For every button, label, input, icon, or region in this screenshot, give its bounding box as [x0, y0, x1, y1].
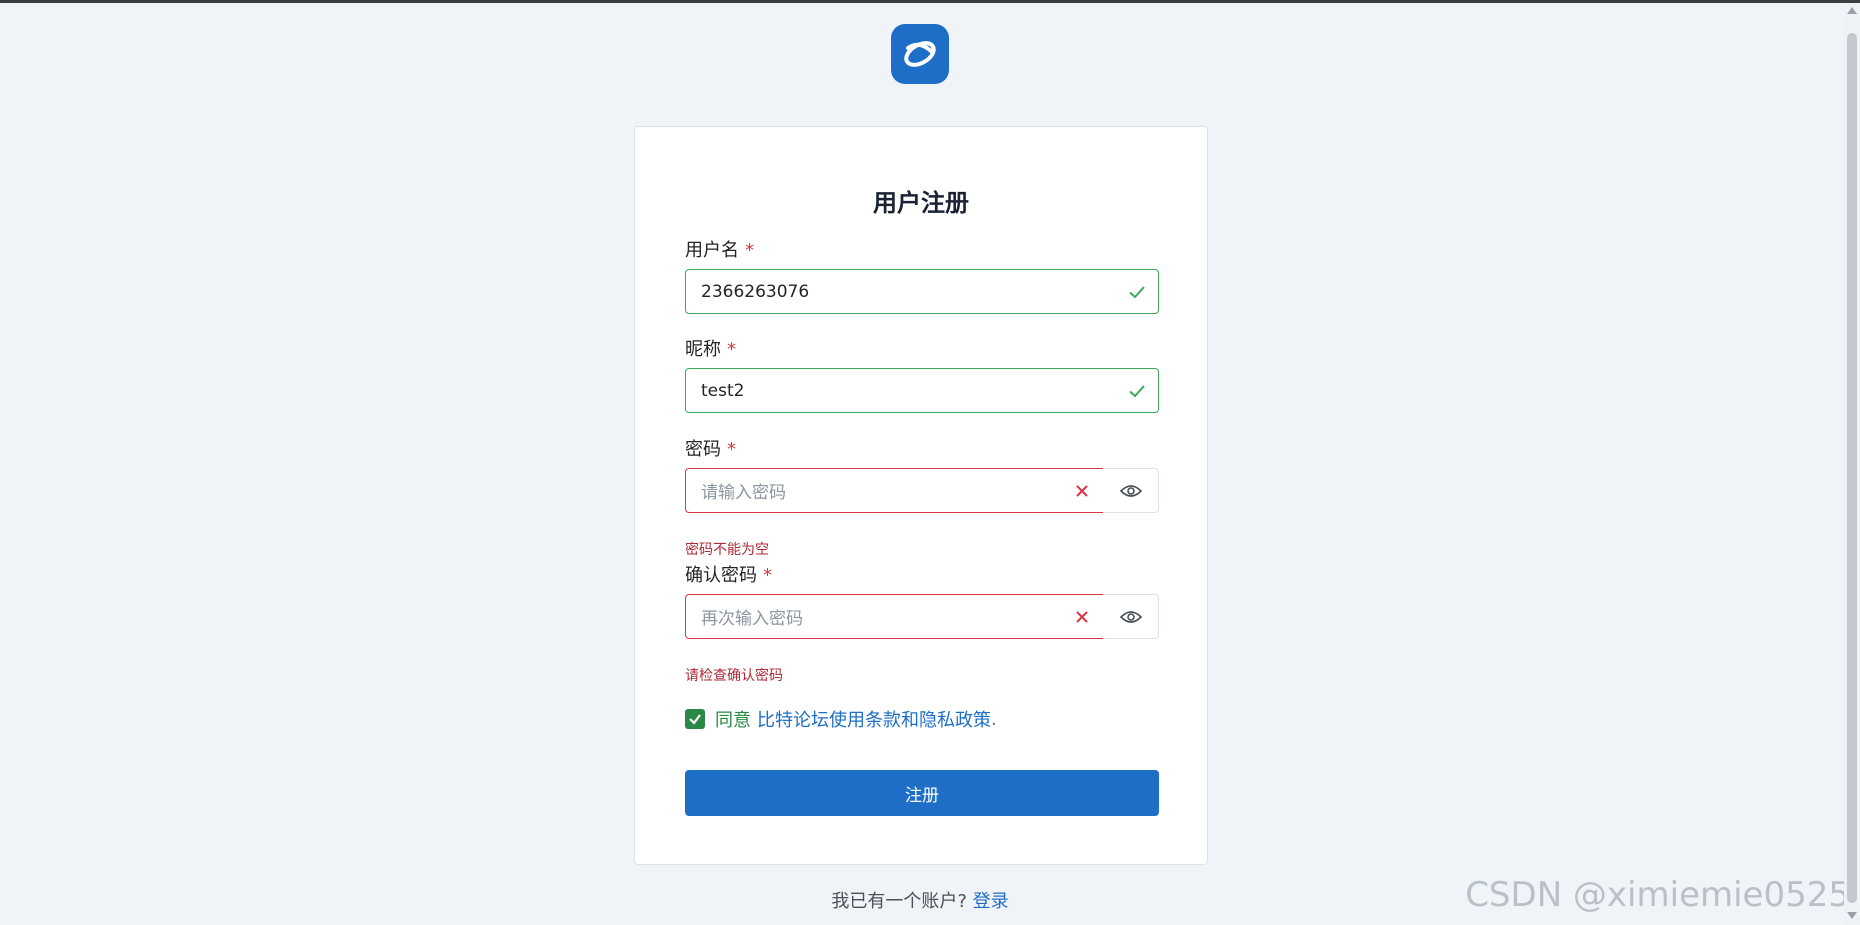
check-icon	[1129, 385, 1145, 398]
login-link[interactable]: 登录	[973, 891, 1009, 912]
scrollbar[interactable]	[1844, 3, 1860, 925]
eye-icon	[1119, 610, 1142, 623]
terms-checkbox[interactable]	[685, 709, 705, 729]
nickname-label: 昵称 *	[685, 339, 736, 360]
show-confirm-password-button[interactable]	[1103, 594, 1159, 639]
login-prompt-text: 我已有一个账户?	[831, 891, 967, 912]
scroll-up-icon[interactable]	[1847, 7, 1857, 14]
required-mark: *	[727, 339, 736, 360]
username-input[interactable]: 2366263076	[685, 269, 1159, 314]
scroll-down-icon[interactable]	[1847, 912, 1857, 919]
confirm-password-group: 再次输入密码	[685, 594, 1159, 639]
terms-link[interactable]: 比特论坛使用条款和隐私政策	[757, 706, 991, 732]
scroll-thumb[interactable]	[1847, 33, 1857, 903]
error-x-icon	[1076, 611, 1088, 623]
required-mark: *	[763, 565, 772, 586]
watermark: CSDN @ximiemie0525	[1465, 875, 1850, 915]
nickname-input[interactable]: test2	[685, 368, 1159, 413]
password-label: 密码 *	[685, 439, 736, 460]
app-logo[interactable]	[891, 24, 949, 84]
password-input[interactable]: 请输入密码	[685, 468, 1104, 513]
password-group: 请输入密码	[685, 468, 1159, 513]
confirm-password-input[interactable]: 再次输入密码	[685, 594, 1104, 639]
error-x-icon	[1076, 485, 1088, 497]
terms-suffix: .	[991, 708, 997, 730]
required-mark: *	[745, 240, 754, 261]
confirm-password-error: 请检查确认密码	[685, 668, 783, 684]
register-button[interactable]: 注册	[685, 770, 1159, 816]
confirm-password-label: 确认密码 *	[685, 565, 772, 586]
eye-icon	[1119, 484, 1142, 497]
show-password-button[interactable]	[1103, 468, 1159, 513]
check-icon	[1129, 286, 1145, 299]
username-label: 用户名 *	[685, 240, 754, 261]
bitforum-logo-icon	[904, 41, 936, 67]
page-title: 用户注册	[873, 189, 969, 217]
required-mark: *	[727, 439, 736, 460]
agree-label: 同意	[715, 710, 751, 731]
checkmark-icon	[689, 714, 701, 725]
password-error: 密码不能为空	[685, 542, 769, 558]
terms-agreement: 同意 比特论坛使用条款和隐私政策 .	[685, 707, 997, 731]
register-card: 用户注册 用户名 * 2366263076 昵称 * test2 密码 * 请输入密码	[634, 126, 1208, 865]
